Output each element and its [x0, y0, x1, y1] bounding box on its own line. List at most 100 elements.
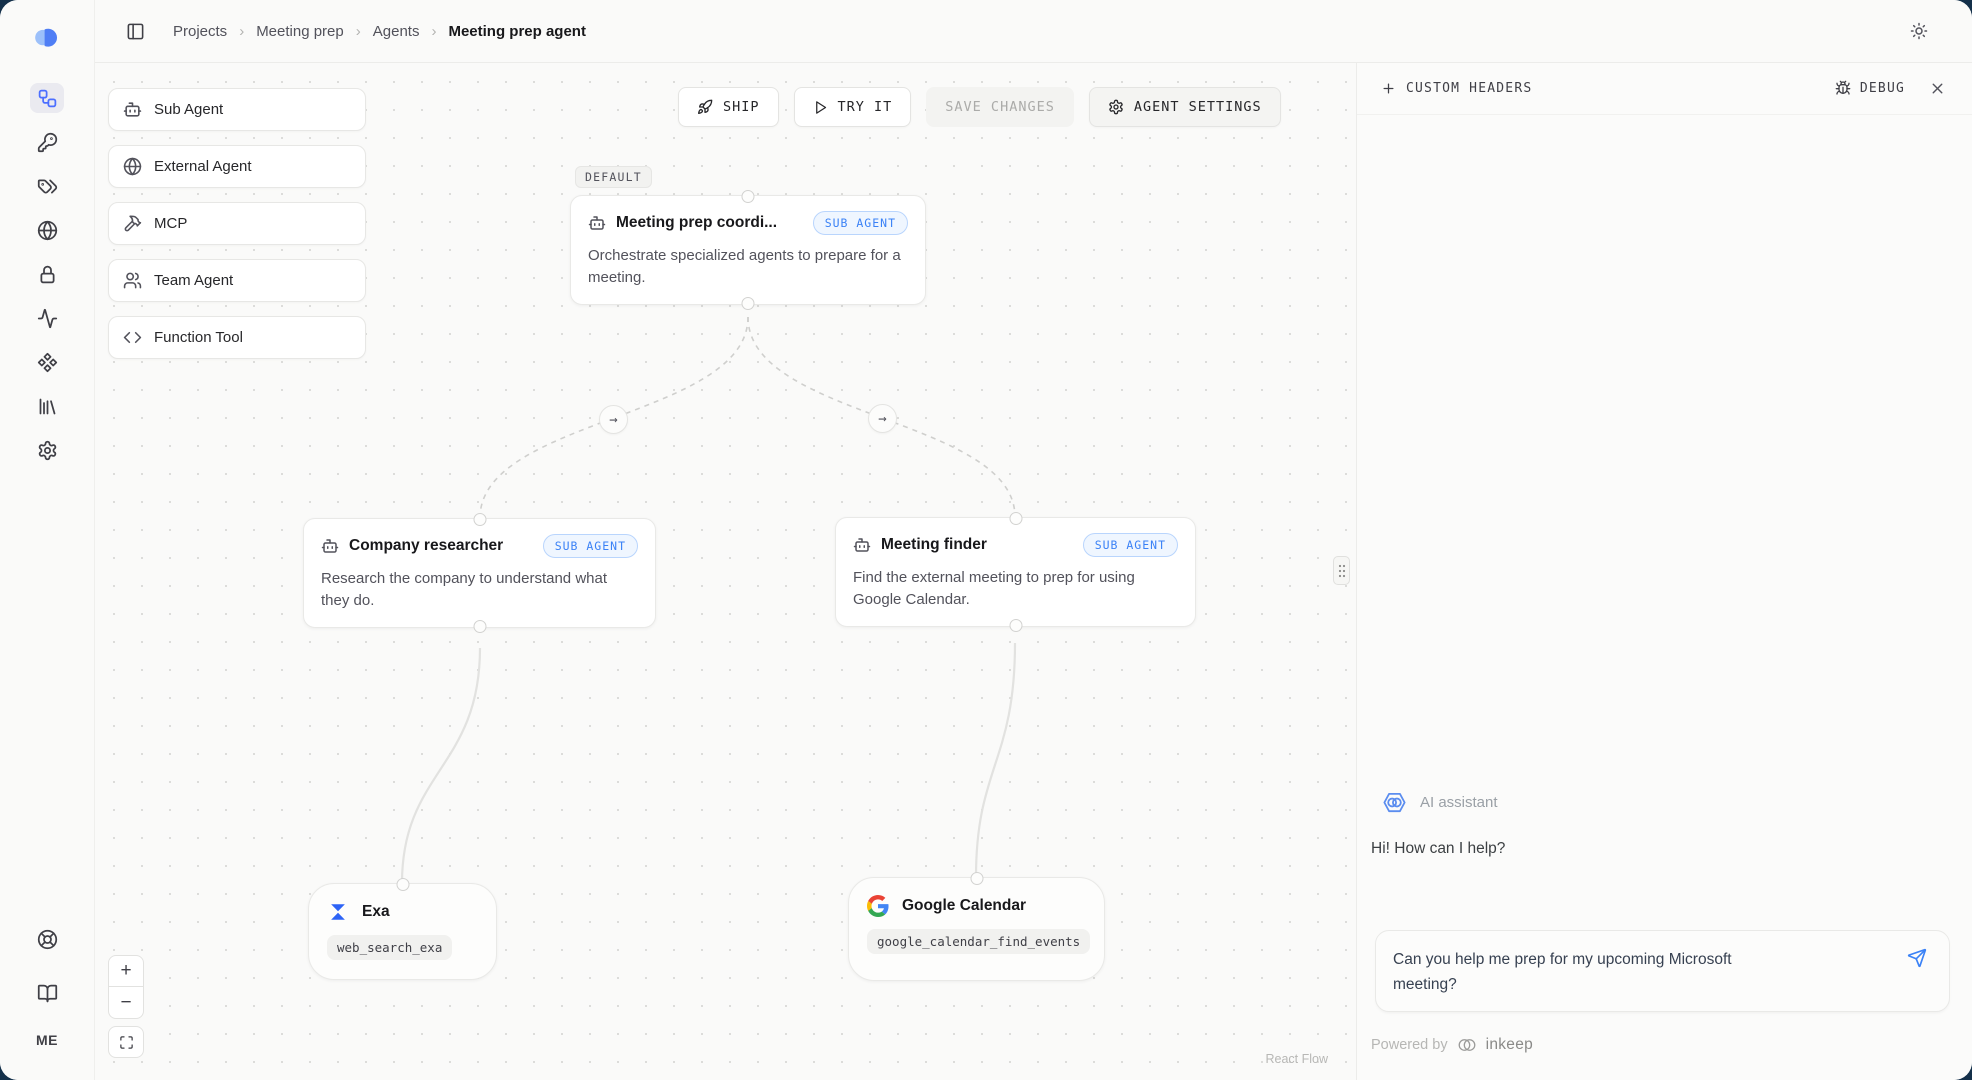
- workflow-icon: [37, 88, 58, 109]
- node-handle[interactable]: [1009, 512, 1022, 525]
- tool-tag: web_search_exa: [327, 935, 452, 960]
- rail-item-traces[interactable]: [30, 303, 64, 333]
- gear-icon: [37, 440, 58, 461]
- edge-arrow-badge: →: [599, 405, 628, 434]
- tool-tag: google_calendar_find_events: [867, 929, 1090, 954]
- bot-icon: [853, 536, 871, 554]
- user-avatar[interactable]: ME: [36, 1032, 58, 1048]
- top-bar: Projects › Meeting prep › Agents › Meeti…: [94, 0, 1972, 63]
- chat-scroll-area[interactable]: [1357, 115, 1972, 789]
- canvas-toolbar: SHIP TRY IT SAVE CHANGES AGENT SETTINGS: [678, 87, 1281, 127]
- rail-item-key[interactable]: [30, 127, 64, 157]
- gear-icon: [1108, 99, 1124, 115]
- library-icon: [37, 396, 58, 417]
- rail-item-components[interactable]: [30, 347, 64, 377]
- save-changes-button[interactable]: SAVE CHANGES: [926, 87, 1074, 127]
- agent-settings-button[interactable]: AGENT SETTINGS: [1089, 87, 1281, 127]
- theme-toggle-button[interactable]: [1910, 22, 1928, 40]
- sidebar-toggle-button[interactable]: [126, 22, 145, 41]
- palette-item-team-agent[interactable]: Team Agent: [108, 259, 366, 302]
- palette-item-label: Sub Agent: [154, 101, 223, 118]
- lock-icon: [37, 264, 58, 285]
- exa-logo-icon: [327, 901, 349, 923]
- assistant-avatar-icon: [1381, 789, 1408, 816]
- panel-header: CUSTOM HEADERS DEBUG: [1357, 62, 1972, 115]
- chat-input-card: Can you help me prep for my upcoming Mic…: [1375, 930, 1950, 1012]
- key-icon: [37, 132, 58, 153]
- sub-agent-badge: SUB AGENT: [1083, 533, 1178, 557]
- bot-icon: [588, 214, 606, 232]
- node-title: Meeting prep coordi...: [616, 214, 777, 232]
- breadcrumb-item-current: Meeting prep agent: [448, 23, 586, 40]
- breadcrumb-item-meeting-prep[interactable]: Meeting prep: [256, 23, 344, 40]
- rail-item-globe[interactable]: [30, 215, 64, 245]
- react-flow-attribution: React Flow: [1265, 1052, 1328, 1066]
- rail-item-library[interactable]: [30, 391, 64, 421]
- palette-item-sub-agent[interactable]: Sub Agent: [108, 88, 366, 131]
- assistant-label: AI assistant: [1420, 794, 1498, 811]
- code-icon: [123, 328, 142, 347]
- chat-input[interactable]: Can you help me prep for my upcoming Mic…: [1393, 947, 1783, 997]
- inkeep-logo-icon: [32, 24, 62, 50]
- default-agent-tag: DEFAULT: [575, 166, 652, 188]
- node-handle[interactable]: [473, 513, 486, 526]
- debug-button[interactable]: DEBUG: [1835, 80, 1905, 96]
- plus-icon: [1381, 81, 1396, 96]
- node-handle[interactable]: [970, 872, 983, 885]
- inkeep-brand-link[interactable]: inkeep: [1486, 1036, 1533, 1054]
- inkeep-mark-icon: [1456, 1037, 1478, 1053]
- node-handle[interactable]: [1009, 619, 1022, 632]
- play-icon: [813, 100, 828, 115]
- palette-item-label: External Agent: [154, 158, 252, 175]
- rail-item-settings[interactable]: [30, 435, 64, 465]
- hammer-icon: [123, 214, 142, 233]
- breadcrumb-separator: ›: [431, 23, 436, 40]
- node-palette: Sub Agent External Agent MCP Team Agent …: [108, 88, 366, 359]
- palette-item-function-tool[interactable]: Function Tool: [108, 316, 366, 359]
- node-handle[interactable]: [396, 878, 409, 891]
- try-it-panel: CUSTOM HEADERS DEBUG AI assistant Hi! Ho…: [1356, 62, 1972, 1080]
- fit-view-button[interactable]: [108, 1026, 144, 1058]
- try-it-button[interactable]: TRY IT: [794, 87, 912, 127]
- agent-node-company-researcher[interactable]: Company researcher SUB AGENT Research th…: [303, 518, 656, 628]
- custom-headers-button[interactable]: CUSTOM HEADERS: [1381, 81, 1532, 96]
- close-panel-button[interactable]: [1929, 80, 1946, 97]
- breadcrumb-item-projects[interactable]: Projects: [173, 23, 227, 40]
- agent-node-coordinator[interactable]: Meeting prep coordi... SUB AGENT Orchest…: [570, 195, 926, 305]
- breadcrumb-separator: ›: [356, 23, 361, 40]
- ship-button[interactable]: SHIP: [678, 87, 779, 127]
- send-button[interactable]: [1907, 948, 1927, 968]
- rail-item-workflow[interactable]: [30, 83, 64, 113]
- rocket-icon: [697, 99, 713, 115]
- palette-item-mcp[interactable]: MCP: [108, 202, 366, 245]
- close-icon: [1929, 80, 1946, 97]
- node-handle[interactable]: [742, 190, 755, 203]
- node-handle[interactable]: [473, 620, 486, 633]
- bug-icon: [1835, 80, 1851, 96]
- panel-resize-handle[interactable]: [1333, 556, 1350, 585]
- rail-item-help[interactable]: [30, 924, 64, 954]
- rail-item-tags[interactable]: [30, 171, 64, 201]
- breadcrumb-item-agents[interactable]: Agents: [373, 23, 420, 40]
- palette-item-external-agent[interactable]: External Agent: [108, 145, 366, 188]
- palette-item-label: Team Agent: [154, 272, 233, 289]
- node-handle[interactable]: [742, 297, 755, 310]
- tool-node-google-calendar[interactable]: Google Calendar google_calendar_find_eve…: [848, 877, 1105, 981]
- edge-arrow-badge: →: [868, 404, 897, 433]
- assistant-message: Hi! How can I help?: [1371, 840, 1948, 858]
- panel-left-icon: [126, 22, 145, 41]
- rail-item-docs[interactable]: [30, 978, 64, 1008]
- node-description: Orchestrate specialized agents to prepar…: [588, 245, 908, 289]
- zoom-out-button[interactable]: −: [108, 987, 144, 1019]
- palette-item-label: Function Tool: [154, 329, 243, 346]
- rail-item-credentials[interactable]: [30, 259, 64, 289]
- zoom-in-button[interactable]: +: [108, 955, 144, 987]
- activity-icon: [37, 308, 58, 329]
- globe-icon: [37, 220, 58, 241]
- flow-canvas[interactable]: → → Sub Agent External Agent MCP Team Ag…: [94, 62, 1356, 1080]
- bot-icon: [321, 537, 339, 555]
- tool-node-exa[interactable]: Exa web_search_exa: [308, 883, 497, 980]
- users-icon: [123, 271, 142, 290]
- agent-node-meeting-finder[interactable]: Meeting finder SUB AGENT Find the extern…: [835, 517, 1196, 627]
- app-window: ME Projects › Meeting prep › Agents › Me…: [0, 0, 1972, 1080]
